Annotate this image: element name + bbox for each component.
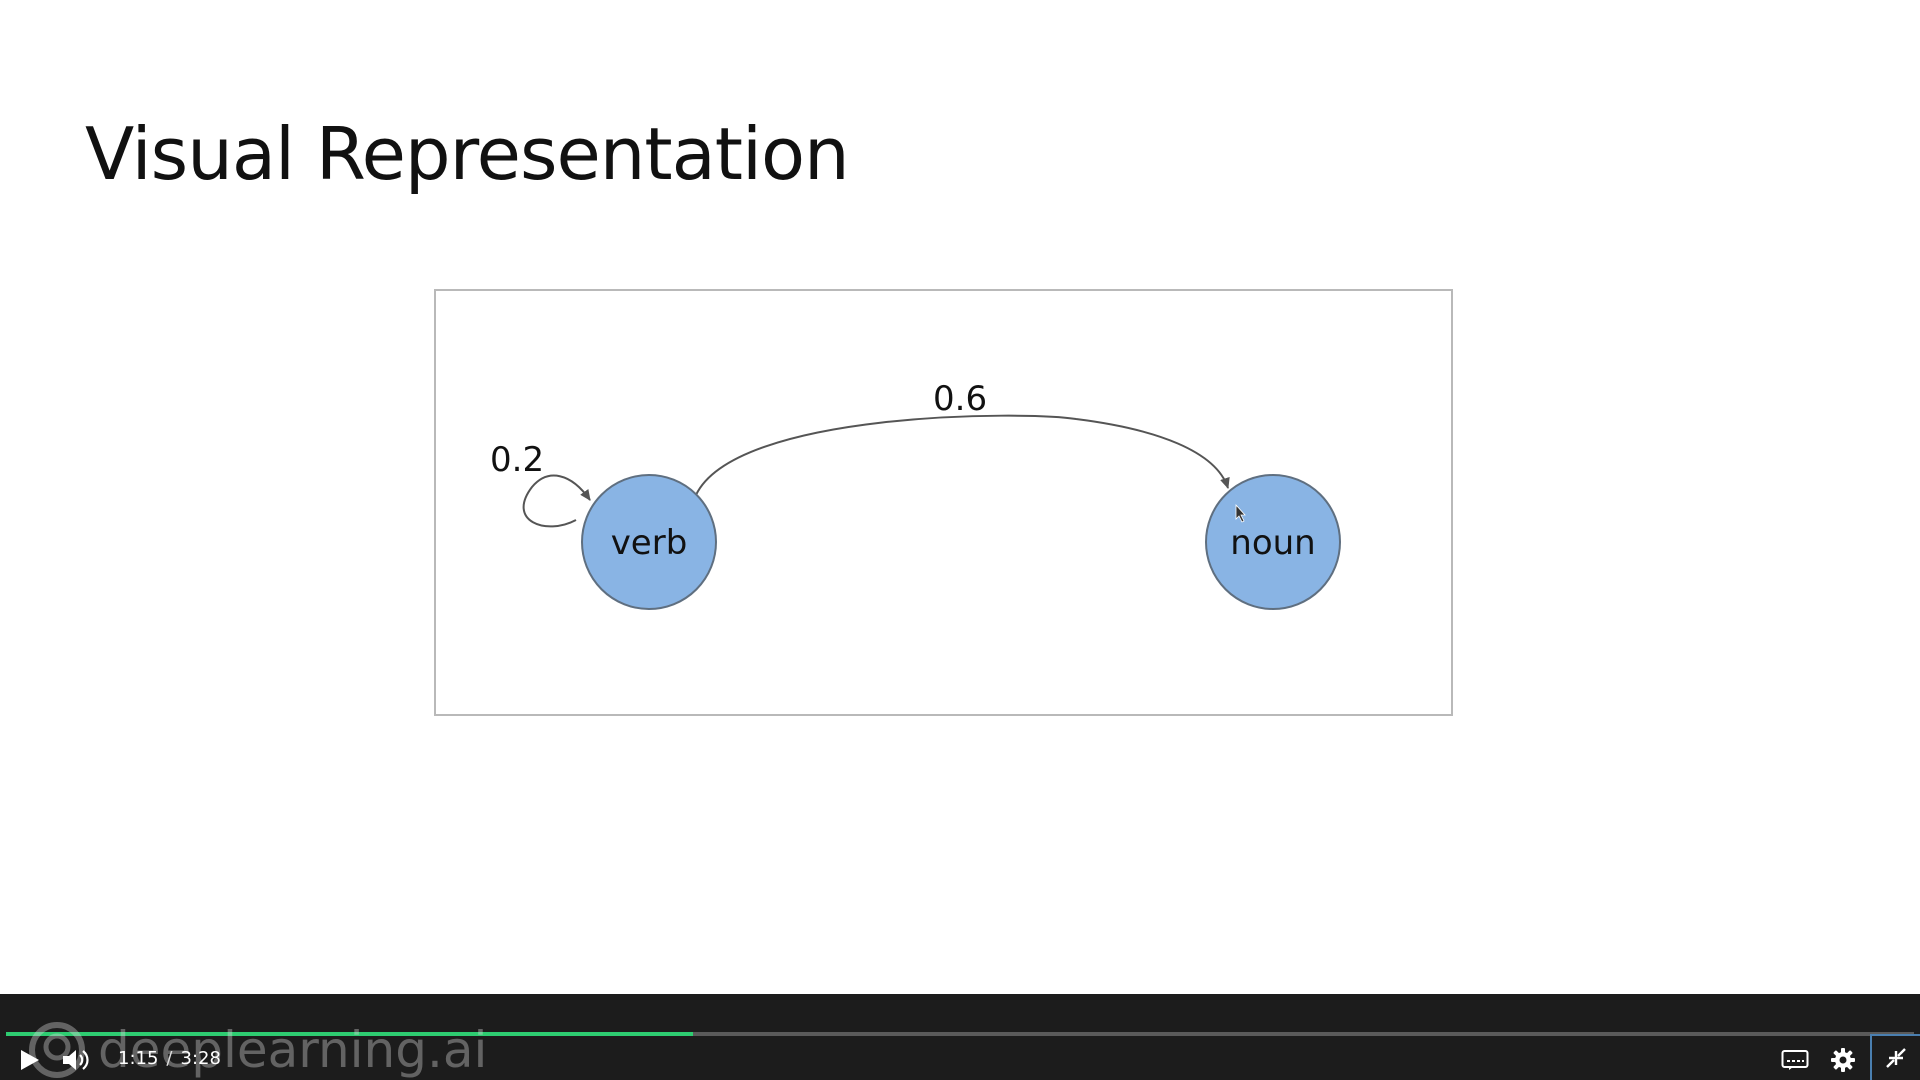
play-button[interactable] <box>14 1044 46 1076</box>
diagram-canvas: 0.2 0.6 verb noun <box>490 379 1341 610</box>
edge-label-verb-to-noun: 0.6 <box>933 379 987 419</box>
current-time: 1:15 <box>118 1048 159 1069</box>
edge-verb-to-noun <box>695 414 1230 496</box>
time-separator: / <box>166 1048 173 1069</box>
slide: Visual Representation 0.2 0.6 verb noun <box>0 0 1920 994</box>
video-player: Visual Representation 0.2 0.6 verb noun … <box>0 0 1920 1080</box>
exit-fullscreen-icon <box>1886 1048 1906 1068</box>
play-icon <box>21 1050 39 1070</box>
player-control-bar: deeplearning.ai 1:15 / 3:28 <box>0 994 1920 1080</box>
volume-button[interactable] <box>58 1044 94 1076</box>
node-noun: noun <box>1205 474 1341 610</box>
state-diagram: 0.2 0.6 verb noun <box>434 289 1453 716</box>
volume-icon <box>63 1050 89 1070</box>
slide-title: Visual Representation <box>85 112 850 196</box>
node-verb: verb <box>581 474 717 610</box>
edge-label-verb-to-verb: 0.2 <box>490 440 544 480</box>
duration: 3:28 <box>180 1048 221 1069</box>
exit-fullscreen-button[interactable] <box>1870 1034 1920 1080</box>
node-noun-label: noun <box>1230 523 1315 563</box>
time-display: 1:15 / 3:28 <box>118 1048 221 1069</box>
progress-bar[interactable] <box>6 1032 1914 1036</box>
captions-icon <box>1781 1050 1809 1070</box>
watermark: deeplearning.ai <box>28 1020 487 1080</box>
settings-button[interactable] <box>1826 1044 1860 1076</box>
gear-icon <box>1831 1048 1855 1072</box>
captions-button[interactable] <box>1778 1044 1812 1076</box>
edge-verb-to-verb <box>522 474 591 528</box>
progress-bar-fill <box>6 1032 693 1036</box>
node-verb-label: verb <box>611 523 688 563</box>
